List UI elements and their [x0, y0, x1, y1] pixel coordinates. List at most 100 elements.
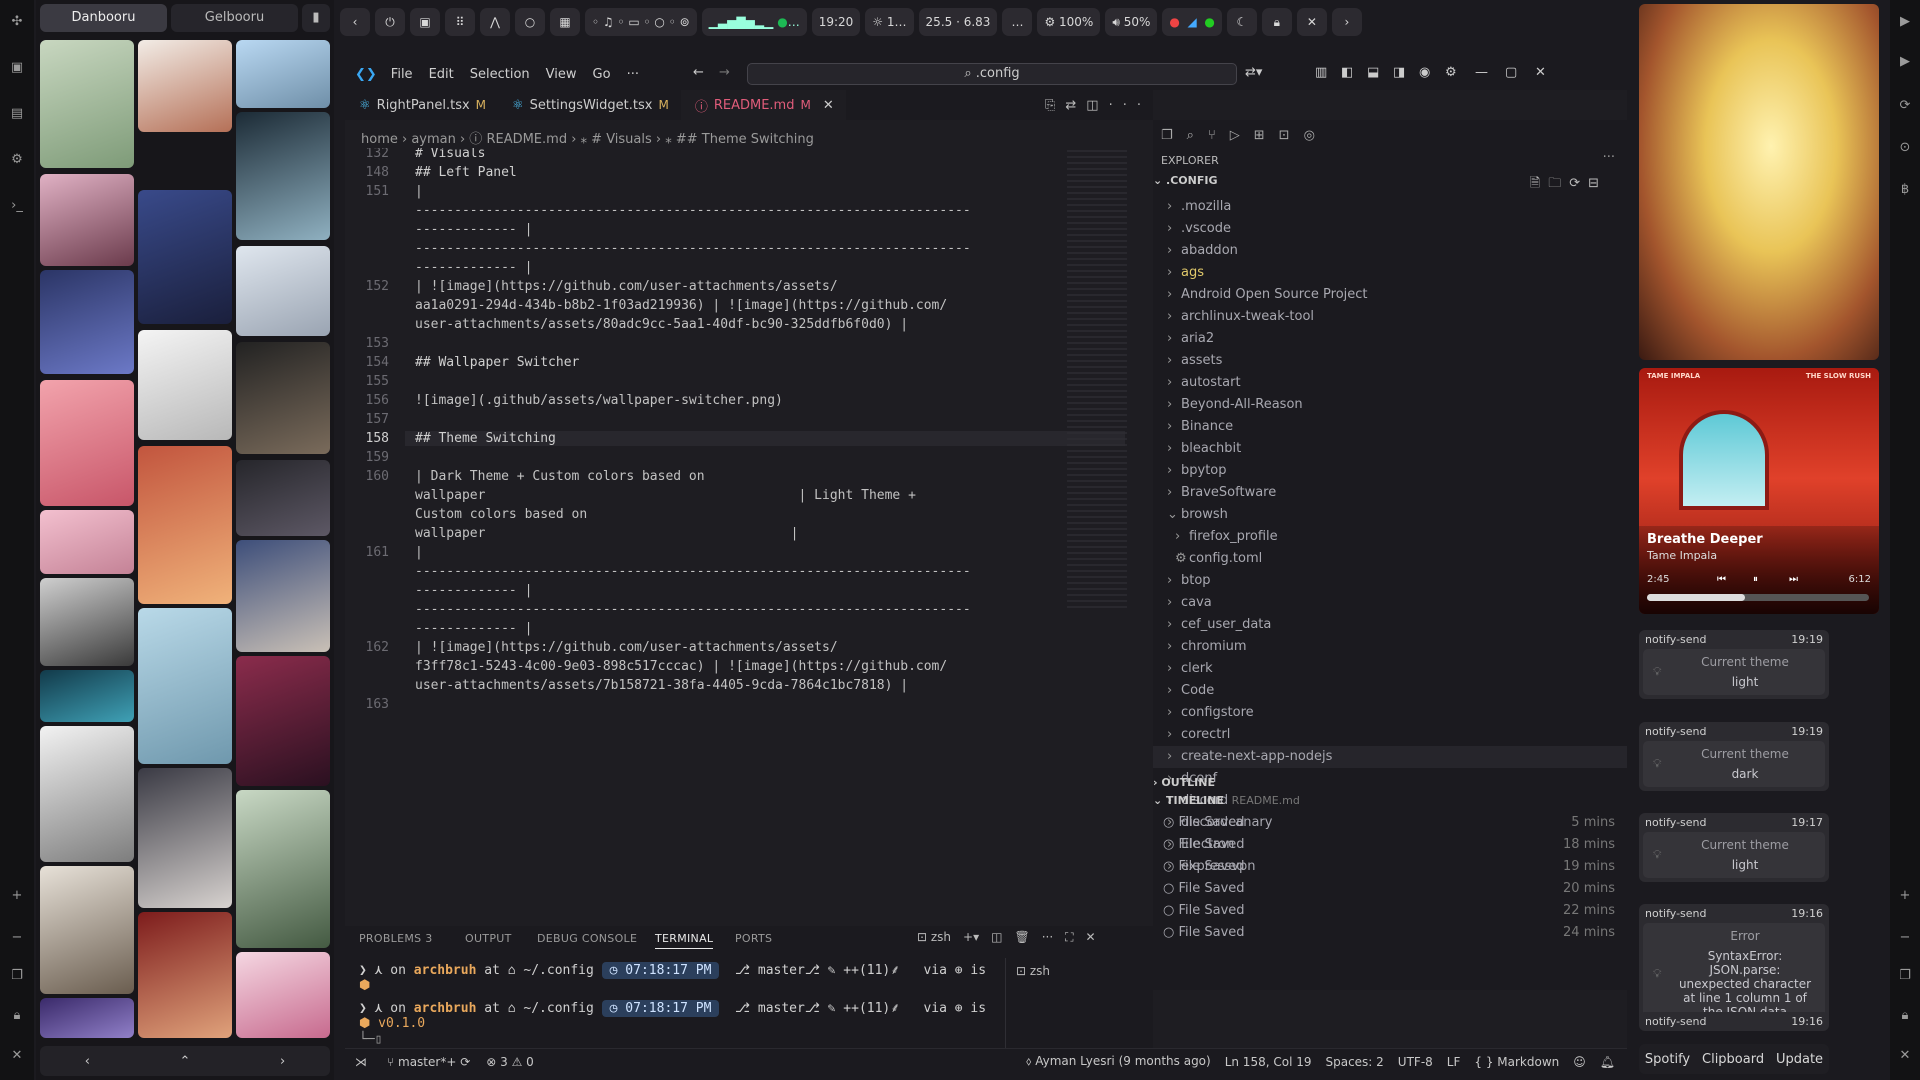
cursor-position[interactable]: Ln 158, Col 19 [1225, 1055, 1312, 1069]
explorer-item[interactable]: › corectrl [1153, 724, 1627, 746]
notification-card[interactable]: notify-send 19:19 💡︎ Current theme light [1639, 630, 1829, 699]
play-icon[interactable]: ▶ [1890, 12, 1920, 32]
wallpaper-preview[interactable] [1639, 4, 1879, 360]
explorer-item[interactable]: › .vscode [1153, 218, 1627, 240]
power-icon[interactable]: ⏻ [375, 8, 405, 36]
account-icon[interactable]: ◉ [1419, 65, 1430, 80]
brightness-indicator[interactable]: ☼ 1… [865, 8, 914, 36]
code-line[interactable]: ![image](.github/assets/wallpaper-switch… [415, 393, 783, 408]
editor-actions[interactable]: ⎘⇄◫··· [1045, 98, 1151, 113]
explorer-item[interactable]: › autostart [1153, 372, 1627, 394]
command-center-search[interactable]: ⌕ .config [747, 63, 1237, 85]
image-thumbnail[interactable] [236, 656, 330, 786]
close-tab-icon[interactable]: ✕ [823, 98, 834, 113]
code-line[interactable]: | [415, 184, 423, 199]
explorer-item[interactable]: ⌄ browsh [1153, 504, 1627, 526]
timeline-item[interactable]: ○ File Saved 18 mins [1153, 834, 1627, 856]
image-thumbnail[interactable] [236, 112, 330, 240]
copy-icon[interactable]: ❐ [0, 966, 34, 986]
code-line[interactable]: aa1a0291-294d-434b-b8b2-1f03ad219936) | … [415, 298, 947, 313]
explorer-item[interactable]: › .mozilla [1153, 196, 1627, 218]
book-icon[interactable]: ▤ [0, 104, 34, 124]
github-icon[interactable]: ◎ [1304, 128, 1315, 143]
minimap[interactable] [1067, 150, 1127, 610]
tab-clipboard[interactable]: Clipboard [1702, 1052, 1764, 1067]
tab-debug-console[interactable]: DEBUG CONSOLE [537, 932, 637, 945]
image-thumbnail[interactable] [40, 270, 134, 374]
close-window-icon[interactable]: ✕ [1535, 65, 1546, 80]
next-page-button[interactable]: › [280, 1054, 285, 1069]
image-thumbnail[interactable] [138, 190, 232, 324]
code-line[interactable]: user-attachments/assets/7b158721-38fa-44… [415, 678, 908, 693]
image-thumbnail[interactable] [236, 952, 330, 1038]
progress-track[interactable] [1647, 594, 1869, 601]
timeline-item[interactable]: ○ File Saved 24 mins [1153, 922, 1627, 944]
image-thumbnail[interactable] [138, 608, 232, 764]
explorer-item[interactable]: › clerk [1153, 658, 1627, 680]
bitcoin-icon[interactable]: ฿ [1890, 180, 1920, 200]
image-thumbnail[interactable] [236, 40, 330, 108]
explorer-item[interactable]: › chromium [1153, 636, 1627, 658]
tab-readme[interactable]: ⓘ README.md M ✕ [680, 90, 846, 120]
plus-icon[interactable]: + [1890, 886, 1920, 906]
line-ending[interactable]: LF [1447, 1055, 1461, 1069]
image-thumbnail[interactable] [40, 578, 134, 666]
code-line[interactable]: ------------- | [415, 222, 532, 237]
explorer-item[interactable]: › ags [1153, 262, 1627, 284]
nav-back-icon[interactable]: ← [693, 65, 704, 80]
timeline-item[interactable]: ○ File Saved 22 mins [1153, 900, 1627, 922]
tab-spotify[interactable]: Spotify [1645, 1052, 1690, 1067]
maximize-panel-icon[interactable]: ⛶ [1065, 930, 1073, 945]
menu-view[interactable]: View [546, 67, 577, 82]
source-control-icon[interactable]: ⑂ [1208, 128, 1216, 143]
image-thumbnail[interactable] [138, 446, 232, 604]
explorer-item[interactable]: › configstore [1153, 702, 1627, 724]
battery-indicator[interactable]: ⚙ 100% [1037, 8, 1101, 36]
save-icon[interactable]: ▣ [410, 8, 440, 36]
explorer-item[interactable]: › Android Open Source Project [1153, 284, 1627, 306]
code-editor[interactable]: 132 # Visuals 148 ## Left Panel 151 | --------… [345, 148, 1153, 708]
image-thumbnail[interactable] [236, 246, 330, 336]
previous-track-icon[interactable]: ⏮ [1717, 574, 1726, 585]
more-icon[interactable]: … [1002, 8, 1033, 36]
terminal-list[interactable]: ⊡ zsh [1005, 958, 1153, 1048]
terminal-icon[interactable]: ›_ [0, 196, 34, 216]
toggle-sidebar-icon[interactable]: ◧ [1341, 65, 1353, 80]
image-thumbnail[interactable] [138, 40, 232, 132]
moon-icon[interactable]: ☾ [1226, 8, 1257, 36]
explorer-item[interactable]: › Beyond-All-Reason [1153, 394, 1627, 416]
menu-go[interactable]: Go [593, 67, 611, 82]
code-line[interactable]: Custom colors based on [415, 507, 587, 522]
breadcrumb[interactable]: home › ayman › ⓘ README.md › ⁎ # Visuals… [361, 128, 814, 147]
back-arrow-icon[interactable]: ‹ [340, 8, 370, 36]
volume-indicator[interactable]: 🔊︎ 50% [1105, 8, 1158, 36]
outline-section[interactable]: › OUTLINE [1153, 776, 1215, 789]
close-icon[interactable]: ✕ [1890, 1046, 1920, 1066]
close-icon[interactable]: ✕ [0, 1046, 34, 1066]
minus-icon[interactable]: − [1890, 928, 1920, 948]
remote-icon[interactable]: ⋊ [355, 1055, 367, 1069]
code-line[interactable]: ------------- | [415, 621, 532, 636]
pin-icon[interactable]: ⊙ [1890, 138, 1920, 158]
image-thumbnail[interactable] [40, 380, 134, 506]
toggle-secondary-icon[interactable]: ◨ [1393, 65, 1405, 80]
explorer-item[interactable]: › archlinux-tweak-tool [1153, 306, 1627, 328]
notification-card[interactable]: notify-send 19:16 💡︎ Error SyntaxError: JSON… [1639, 904, 1829, 1029]
copilot-status-icon[interactable]: ☺ [1573, 1055, 1586, 1069]
lock-icon[interactable]: 🔒︎ [1890, 1006, 1920, 1026]
image-thumbnail[interactable] [40, 174, 134, 266]
timeline-section[interactable]: ⌄ TIMELINE README.md [1153, 794, 1300, 807]
code-line[interactable]: user-attachments/assets/80adc9cc-5aa1-40… [415, 317, 908, 332]
code-line[interactable]: ----------------------------------------… [415, 564, 971, 579]
tab-settingswidget[interactable]: ⚛ SettingsWidget.tsx M [498, 90, 681, 120]
code-line[interactable]: ## Theme Switching [405, 431, 1125, 446]
image-icon[interactable]: ▣ [0, 58, 34, 78]
layout-icon[interactable]: ▥ [1315, 65, 1327, 80]
tab-gelbooru[interactable]: Gelbooru [171, 4, 298, 32]
clock[interactable]: 19:20 [811, 8, 861, 36]
pause-icon[interactable]: ⏸ [1753, 574, 1758, 585]
code-line[interactable]: ## Left Panel [415, 165, 517, 180]
code-line[interactable]: ## Wallpaper Switcher [415, 355, 579, 370]
close-panel-icon[interactable]: ✕ [1086, 930, 1096, 945]
explorer-item[interactable]: › bleachbit [1153, 438, 1627, 460]
